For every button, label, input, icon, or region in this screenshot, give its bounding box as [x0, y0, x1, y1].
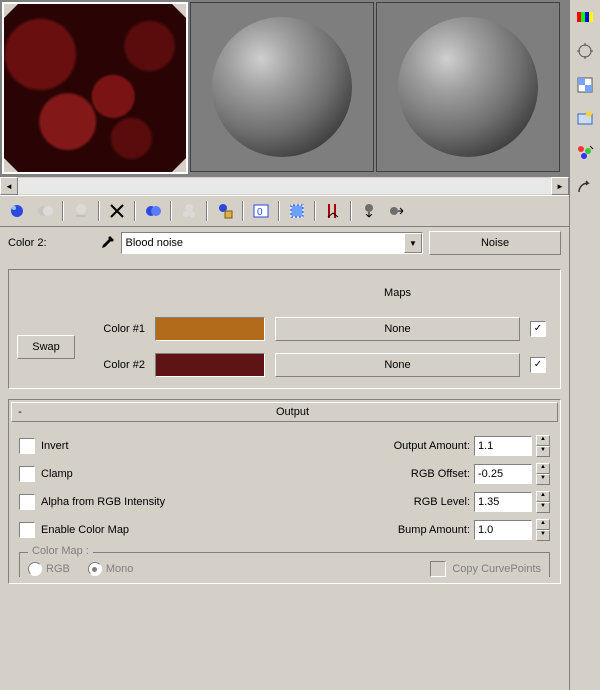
go-forward-icon[interactable]	[386, 200, 408, 222]
output-rollout: - Output Invert Output Amount: 1.1 ▲▼	[8, 399, 561, 584]
color1-map-checkbox[interactable]: ✓	[530, 321, 546, 337]
bump-amount-value: 1.0	[478, 524, 493, 536]
sample-uv-icon[interactable]	[574, 108, 596, 130]
mono-radio	[88, 562, 102, 576]
rgb-level-label: RGB Level:	[414, 496, 470, 508]
spinner-up-icon[interactable]: ▲	[536, 519, 550, 530]
sample-type-icon[interactable]	[574, 6, 596, 28]
spinner-down-icon[interactable]: ▼	[536, 446, 550, 457]
assign-to-selection-icon	[70, 200, 92, 222]
make-copy-icon[interactable]	[142, 200, 164, 222]
sample-slot-1[interactable]	[2, 2, 188, 174]
output-amount-label: Output Amount:	[394, 440, 470, 452]
eyedropper-icon[interactable]	[99, 235, 115, 251]
main-panel: ◄ ► 0	[0, 0, 570, 690]
dropdown-arrow-icon[interactable]: ▼	[404, 233, 422, 253]
enable-colormap-label: Enable Color Map	[41, 524, 129, 536]
invert-label: Invert	[41, 440, 69, 452]
copy-curvepoints-label: Copy CurvePoints	[452, 563, 541, 575]
color2-map-button[interactable]: None	[275, 353, 520, 377]
put-to-library-icon[interactable]	[214, 200, 236, 222]
sphere-preview	[398, 17, 538, 157]
color-map-group-label: Color Map :	[28, 545, 93, 557]
backlight-icon[interactable]	[574, 40, 596, 62]
material-toolbar: 0	[0, 196, 569, 227]
show-end-result-icon[interactable]	[322, 200, 344, 222]
go-to-parent-icon[interactable]	[358, 200, 380, 222]
invert-checkbox[interactable]	[19, 438, 35, 454]
clamp-label: Clamp	[41, 468, 73, 480]
color-map-group: Color Map : RGB Mono Cop	[19, 552, 550, 577]
enable-colormap-checkbox[interactable]	[19, 522, 35, 538]
delete-icon[interactable]	[106, 200, 128, 222]
color1-label: Color #1	[85, 323, 145, 335]
rgb-radio-label: RGB	[46, 563, 70, 575]
alpha-rgb-checkbox[interactable]	[19, 494, 35, 510]
options-icon[interactable]	[574, 176, 596, 198]
blood-noise-preview	[4, 4, 186, 172]
background-icon[interactable]	[574, 74, 596, 96]
scroll-right-button[interactable]: ►	[551, 177, 569, 195]
map-type-button[interactable]: Noise	[429, 231, 561, 255]
rgb-offset-label: RGB Offset:	[411, 468, 470, 480]
output-rollout-title: Output	[28, 406, 557, 418]
rgb-offset-spinner[interactable]: -0.25	[474, 464, 532, 484]
sample-scrollbar[interactable]: ◄ ►	[0, 176, 569, 196]
output-rollout-header[interactable]: - Output	[11, 402, 558, 422]
clamp-checkbox[interactable]	[19, 466, 35, 482]
color1-swatch[interactable]	[155, 317, 265, 341]
sample-slot-2[interactable]	[190, 2, 374, 172]
material-id-icon[interactable]: 0	[250, 200, 272, 222]
put-to-scene-icon	[34, 200, 56, 222]
noise-colors-panel: Maps Swap Color #1 None ✓ Color #2 None …	[8, 269, 561, 389]
sample-slots	[0, 0, 569, 176]
rgb-level-spinner[interactable]: 1.35	[474, 492, 532, 512]
rgb-level-value: 1.35	[478, 496, 499, 508]
swap-button[interactable]: Swap	[17, 335, 75, 359]
bump-amount-spinner[interactable]: 1.0	[474, 520, 532, 540]
side-toolbar	[570, 0, 600, 690]
spinner-up-icon[interactable]: ▲	[536, 463, 550, 474]
bump-amount-label: Bump Amount:	[398, 524, 470, 536]
show-in-viewport-icon[interactable]	[286, 200, 308, 222]
mono-radio-label: Mono	[106, 563, 134, 575]
spinner-down-icon[interactable]: ▼	[536, 502, 550, 513]
scroll-track[interactable]	[18, 178, 551, 194]
output-amount-spinner[interactable]: 1.1	[474, 436, 532, 456]
rgb-offset-value: -0.25	[478, 468, 503, 480]
make-unique-icon	[178, 200, 200, 222]
sample-slot-3[interactable]	[376, 2, 560, 172]
spinner-up-icon[interactable]: ▲	[536, 491, 550, 502]
color2-swatch[interactable]	[155, 353, 265, 377]
get-material-icon[interactable]	[6, 200, 28, 222]
map-name-dropdown[interactable]: Blood noise ▼	[121, 232, 423, 254]
color2-label-row: Color #2	[85, 359, 145, 371]
maps-header: Maps	[275, 287, 520, 299]
spinner-up-icon[interactable]: ▲	[536, 435, 550, 446]
output-amount-value: 1.1	[478, 440, 493, 452]
copy-curvepoints-checkbox	[430, 561, 446, 577]
spinner-down-icon[interactable]: ▼	[536, 530, 550, 541]
sphere-preview	[212, 17, 352, 157]
scroll-left-button[interactable]: ◄	[0, 177, 18, 195]
color1-map-button[interactable]: None	[275, 317, 520, 341]
map-name-row: Color 2: Blood noise ▼ Noise	[0, 227, 569, 265]
rollout-collapse-icon[interactable]: -	[12, 406, 28, 418]
alpha-rgb-label: Alpha from RGB Intensity	[41, 496, 165, 508]
spinner-down-icon[interactable]: ▼	[536, 474, 550, 485]
material-editor-window: ◄ ► 0	[0, 0, 600, 690]
video-check-icon[interactable]	[574, 142, 596, 164]
color2-label: Color 2:	[8, 237, 47, 249]
map-name-value: Blood noise	[122, 237, 404, 249]
output-rollout-body: Invert Output Amount: 1.1 ▲▼ Clamp RGB O…	[11, 422, 558, 581]
rgb-radio	[28, 562, 42, 576]
color2-map-checkbox[interactable]: ✓	[530, 357, 546, 373]
svg-text:0: 0	[257, 207, 263, 218]
